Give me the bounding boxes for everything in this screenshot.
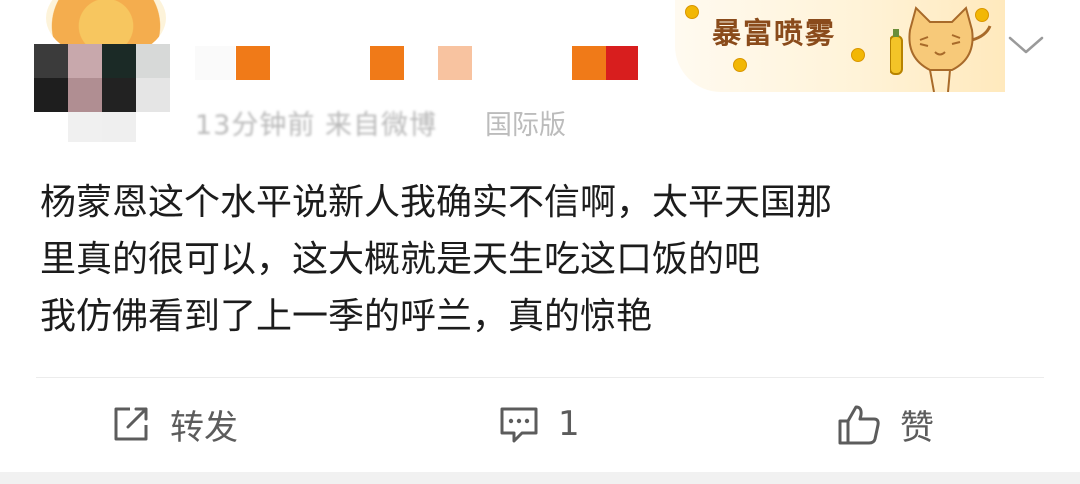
avatar-pixelation [34,44,170,144]
content-line: 杨蒙恩这个水平说新人我确实不信啊，太平天国那 [40,182,833,223]
post-source: 国际版 [485,110,566,141]
like-label: 赞 [900,407,934,448]
repost-label: 转发 [170,407,238,448]
cat-icon [890,6,992,92]
repost-icon [114,407,148,441]
like-button[interactable]: 赞 [836,399,934,449]
like-icon [838,405,880,445]
badge-text: 暴富喷雾 [712,16,837,50]
chevron-down-icon[interactable] [1008,35,1044,55]
comment-button[interactable]: 1 [498,399,580,449]
content-line: 里真的很可以，这大概就是天生吃这口饭的吧 [40,239,761,280]
decoration-badge: 暴富喷雾 [675,0,1005,92]
comment-count: 1 [558,404,580,444]
repost-button[interactable]: 转发 [110,399,238,449]
post-meta-blurred: 13分钟前 来自微博 [195,110,437,141]
comment-icon [500,407,538,443]
footer-separator [0,472,1080,484]
content-line: 我仿佛看到了上一季的呼兰，真的惊艳 [40,296,653,337]
divider [36,377,1044,378]
post-content: 杨蒙恩这个水平说新人我确实不信啊，太平天国那 里真的很可以，这大概就是天生吃这口… [40,174,1040,345]
